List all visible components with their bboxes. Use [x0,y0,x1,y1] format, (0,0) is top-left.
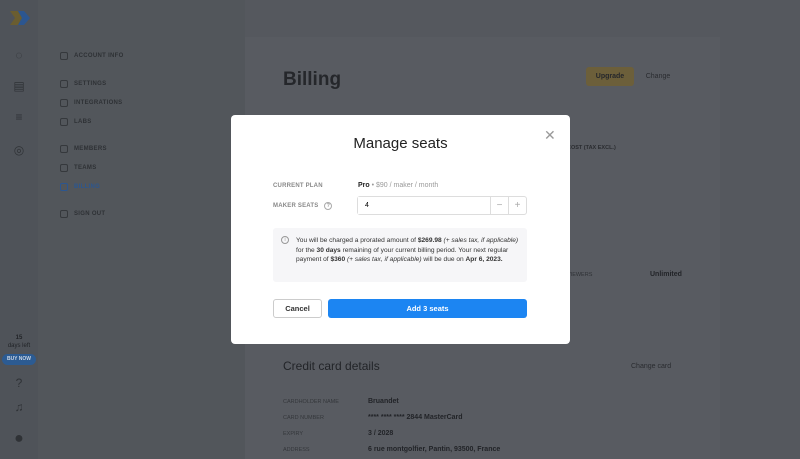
nav-integrations[interactable]: INTEGRATIONS [60,99,123,107]
cancel-button[interactable]: Cancel [273,299,322,318]
app-logo [10,11,30,25]
text: for the [296,246,317,254]
nav-labs[interactable]: LABS [60,118,92,126]
text: You will be charged a prorated amount of [296,237,418,244]
viewers-label: VIEWERS [567,272,593,278]
card-row: CARD NUMBER **** **** **** 2844 MasterCar… [283,414,683,421]
gear-icon [60,80,68,88]
wallet-icon [60,183,68,191]
proration-notice: i You will be charged a prorated amount … [273,228,527,282]
days-left-label: days left [7,343,31,349]
upgrade-button[interactable]: Upgrade [586,67,634,86]
document-icon[interactable]: ▤ [12,79,26,93]
next-payment: $360 [330,256,346,264]
user-icon [60,52,68,60]
nav-label: BILLING [74,184,101,190]
nav-label: ACCOUNT INFO [74,53,124,59]
nav-teams[interactable]: TEAMS [60,164,97,172]
label-text: MAKER SEATS [273,203,319,209]
sign-out-icon [60,210,68,218]
nav-label: LABS [74,119,92,125]
buy-now-button[interactable]: BUY NOW [2,354,36,365]
row-label: EXPIRY [283,431,304,437]
nav-label: SIGN OUT [74,211,106,217]
avatar[interactable]: ● [12,431,26,447]
info-icon: i [281,236,289,244]
credit-card-title: Credit card details [283,359,380,373]
dialog-title: Manage seats [353,135,448,152]
nav-sign-out[interactable]: SIGN OUT [60,210,105,218]
target-icon[interactable]: ◎ [12,143,26,157]
row-value: Bruandet [368,398,399,405]
nav-label: TEAMS [74,165,97,171]
cost-header: COST (TAX EXCL.) [567,145,616,151]
help-icon[interactable]: ? [12,376,26,390]
seats-input[interactable] [358,197,490,214]
maker-seats-label: MAKER SEATS? [273,202,333,210]
members-icon [60,145,68,153]
current-plan-label: CURRENT PLAN [273,183,323,189]
close-icon[interactable]: ✕ [544,127,556,144]
teams-icon [60,164,68,172]
nav-account-info[interactable]: ACCOUNT INFO [60,52,124,60]
integrations-icon [60,99,68,107]
row-value: **** **** **** 2844 MasterCard [368,414,463,421]
plan-price: • $90 / maker / month [369,182,439,189]
lightbulb-icon[interactable]: ◌ [12,48,26,62]
text: will be due on [421,256,466,264]
days-count: 15 [15,335,23,341]
row-label: CARD NUMBER [283,415,324,421]
days-remaining: 30 days [316,246,341,254]
card-row: ADDRESS 6 rue montgolfier, Pantin, 93500,… [283,446,683,453]
text: (+ sales tax, if applicable) [345,256,422,264]
decrement-button[interactable]: − [490,197,508,214]
plan-name: Pro [358,182,370,189]
list-icon[interactable]: ≡ [12,110,26,124]
nav-label: MEMBERS [74,146,107,152]
prorated-amount: $269.98 [417,237,442,244]
add-seats-button[interactable]: Add 3 seats [328,299,527,318]
bell-icon[interactable]: ♫ [12,400,26,414]
nav-label: SETTINGS [74,81,107,87]
nav-label: INTEGRATIONS [74,100,123,106]
row-label: CARDHOLDER NAME [283,399,339,405]
increment-button[interactable]: + [508,197,526,214]
card-row: EXPIRY 3 / 2028 [283,430,683,437]
card-row: CARDHOLDER NAME Bruandet [283,398,683,405]
nav-members[interactable]: MEMBERS [60,145,107,153]
due-date: Apr 6, 2023. [465,256,503,264]
row-value: 3 / 2028 [368,430,394,437]
settings-nav: ACCOUNT INFO SETTINGS INTEGRATIONS LABS … [38,0,245,459]
nav-settings[interactable]: SETTINGS [60,80,106,88]
change-plan-button[interactable]: Change [637,67,679,86]
text: (+ sales tax, if applicable) [441,237,519,244]
nav-billing[interactable]: BILLING [60,183,100,191]
manage-seats-dialog: Manage seats ✕ CURRENT PLAN Pro • $90 / … [231,115,570,344]
viewers-value: Unlimited [650,271,682,278]
plan-info: Pro • $90 / maker / month [358,182,438,189]
help-icon[interactable]: ? [324,202,333,210]
row-label: ADDRESS [283,447,310,453]
page-title: Billing [283,69,342,90]
icon-rail: ◌ ▤ ≡ ◎ 15 days left BUY NOW ? ♫ ● [0,0,38,459]
flask-icon [60,118,68,126]
seats-stepper: − + [357,196,527,215]
change-card-link[interactable]: Change card [631,363,671,370]
row-value: 6 rue montgolfier, Pantin, 93500, France [368,446,501,453]
